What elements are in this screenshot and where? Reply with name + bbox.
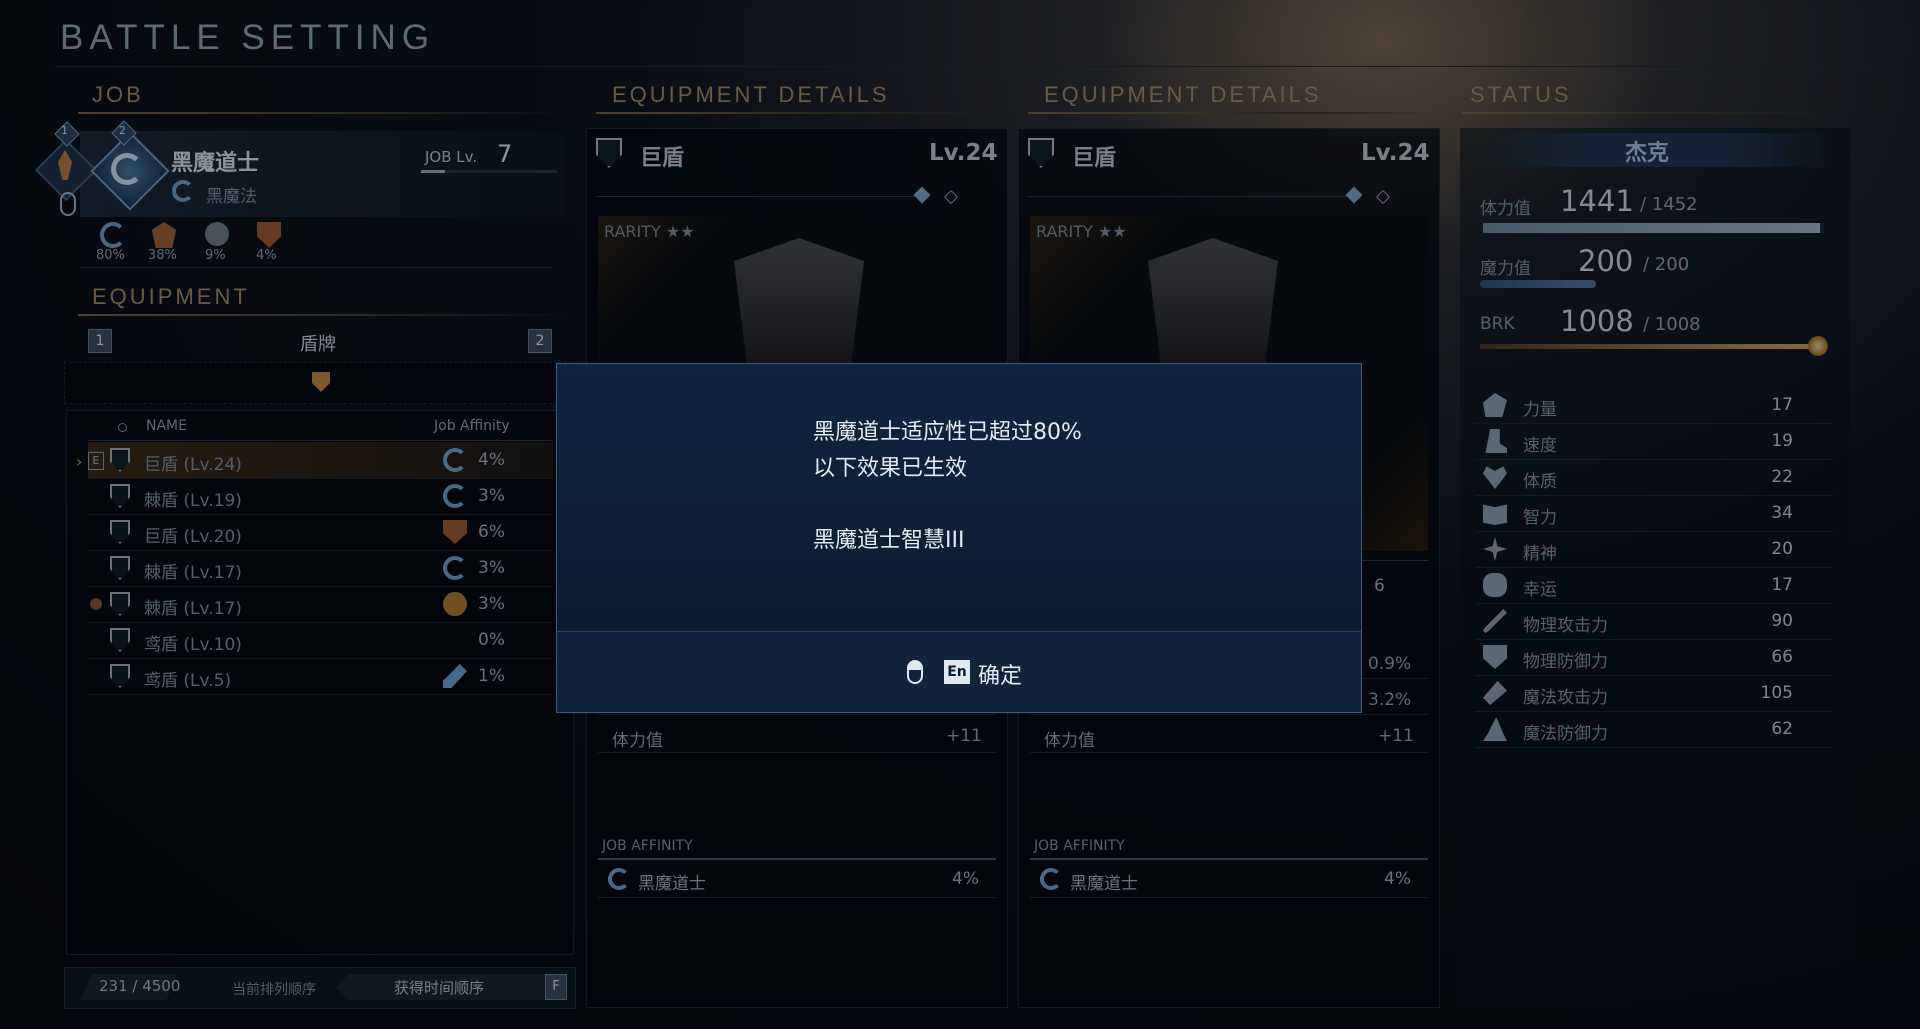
notification-dialog: 黑魔道士适应性已超过80% 以下效果已生效 黑魔道士智慧III En 确定 xyxy=(556,363,1362,713)
dialog-footer: En 确定 xyxy=(557,631,1361,712)
dialog-line-3: 黑魔道士智慧III xyxy=(813,528,965,553)
dialog-line-1: 黑魔道士适应性已超过80% xyxy=(813,420,1082,445)
confirm-button[interactable]: 确定 xyxy=(978,658,1022,690)
mouse-icon xyxy=(907,660,923,684)
enter-key: En xyxy=(944,660,970,684)
dialog-line-2: 以下效果已生效 xyxy=(813,456,968,481)
